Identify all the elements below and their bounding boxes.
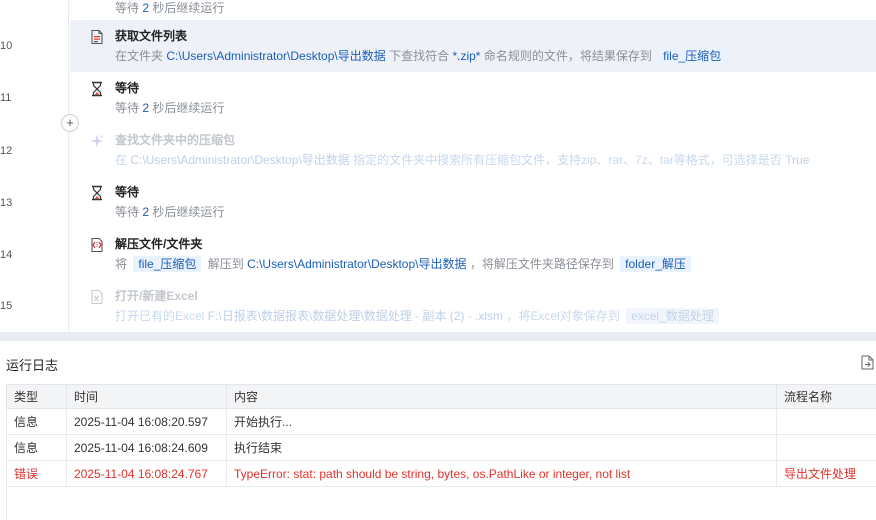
log-type: 错误 — [6, 460, 67, 487]
step-title: 获取文件列表 — [115, 29, 188, 43]
flow-step-wait[interactable]: 等待 等待 2 秒后继续运行 — [70, 72, 876, 124]
hourglass-icon — [92, 81, 102, 97]
step-description: 在文件夹 C:\Users\Administrator\Desktop\导出数据… — [115, 47, 729, 64]
panel-splitter[interactable] — [0, 332, 876, 341]
flow-step-unzip[interactable]: 解压文件/文件夹 将 file_压缩包 解压到 C:\Users\Adminis… — [70, 228, 876, 280]
column-header-content[interactable]: 内容 — [226, 384, 777, 409]
step-description: 打开已有的Excel F:\日报表\数据报表\数据处理\数据处理 - 副本 (2… — [115, 307, 722, 324]
line-number: 13 — [0, 197, 13, 209]
log-content: 开始执行... — [226, 408, 777, 435]
step-title: 查找文件夹中的压缩包 — [115, 133, 236, 147]
step-description: 等待 2 秒后继续运行 — [115, 205, 225, 219]
flow-step-find-archives[interactable]: 查找文件夹中的压缩包 在 C:\Users\Administrator\Desk… — [70, 124, 876, 176]
step-title: 解压文件/文件夹 — [115, 237, 203, 251]
variable-tag[interactable]: excel_数据处理 — [626, 308, 719, 324]
log-type: 信息 — [6, 434, 67, 461]
log-row-error[interactable]: 错误 2025-11-04 16:08:24.767 TypeError: st… — [6, 460, 876, 487]
column-header-process[interactable]: 流程名称 — [776, 384, 876, 409]
unzip-icon — [91, 237, 103, 253]
line-number: 10 — [0, 40, 13, 52]
file-list-icon — [91, 29, 103, 45]
step-description: 等待 2 秒后继续运行 — [115, 1, 225, 15]
export-icon[interactable] — [861, 355, 874, 370]
flow-step-wait-partial[interactable]: 等待 2 秒后继续运行 — [70, 0, 876, 18]
step-title: 等待 — [115, 185, 140, 199]
line-number: 11 — [0, 92, 12, 104]
log-time: 2025-11-04 16:08:24.609 — [66, 434, 227, 461]
line-number: 15 — [0, 300, 13, 312]
column-header-time[interactable]: 时间 — [66, 384, 227, 409]
log-content: 执行结束 — [226, 434, 777, 461]
variable-tag[interactable]: folder_解压 — [620, 256, 691, 272]
excel-file-icon — [91, 289, 103, 305]
log-row[interactable]: 信息 2025-11-04 16:08:20.597 开始执行... — [6, 408, 876, 435]
add-step-button[interactable]: + — [61, 114, 79, 132]
flow-editor: 10 11 12 13 14 15 等待 2 秒后继续运行 获取文件列表 在文件… — [0, 0, 876, 332]
step-description: 在 C:\Users\Administrator\Desktop\导出数据 指定… — [115, 153, 810, 167]
log-type: 信息 — [6, 408, 67, 435]
line-number: 14 — [0, 249, 13, 261]
log-empty-area — [6, 484, 876, 520]
log-process[interactable]: 导出文件处理 — [776, 460, 876, 487]
log-time: 2025-11-04 16:08:24.767 — [66, 460, 227, 487]
log-title: 运行日志 — [6, 358, 59, 373]
sparkle-icon — [90, 134, 104, 148]
log-time: 2025-11-04 16:08:20.597 — [66, 408, 227, 435]
step-title: 等待 — [115, 81, 140, 95]
log-row[interactable]: 信息 2025-11-04 16:08:24.609 执行结束 — [6, 434, 876, 461]
variable-tag[interactable]: file_压缩包 — [133, 256, 202, 272]
line-number-gutter: 10 11 12 13 14 15 — [0, 0, 69, 332]
flow-step-open-excel[interactable]: 打开/新建Excel 打开已有的Excel F:\日报表\数据报表\数据处理\数… — [70, 280, 876, 332]
hourglass-icon — [92, 185, 102, 201]
step-description: 等待 2 秒后继续运行 — [115, 101, 225, 115]
step-title: 打开/新建Excel — [115, 289, 198, 303]
log-process — [776, 408, 876, 435]
flow-step-get-file-list[interactable]: 获取文件列表 在文件夹 C:\Users\Administrator\Deskt… — [70, 20, 876, 72]
column-header-type[interactable]: 类型 — [6, 384, 67, 409]
line-number: 12 — [0, 145, 13, 157]
run-log-panel: 运行日志 类型 时间 内容 流程名称 信息 2025-11-04 16:08:2… — [0, 341, 876, 520]
flow-step-wait[interactable]: 等待 等待 2 秒后继续运行 — [70, 176, 876, 228]
log-process — [776, 434, 876, 461]
variable-tag[interactable]: file_压缩包 — [658, 48, 727, 64]
log-table: 类型 时间 内容 流程名称 信息 2025-11-04 16:08:20.597… — [6, 384, 876, 487]
log-header-row: 类型 时间 内容 流程名称 — [6, 384, 876, 409]
step-description: 将 file_压缩包 解压到 C:\Users\Administrator\De… — [115, 255, 694, 272]
log-content: TypeError: stat: path should be string, … — [226, 460, 777, 487]
